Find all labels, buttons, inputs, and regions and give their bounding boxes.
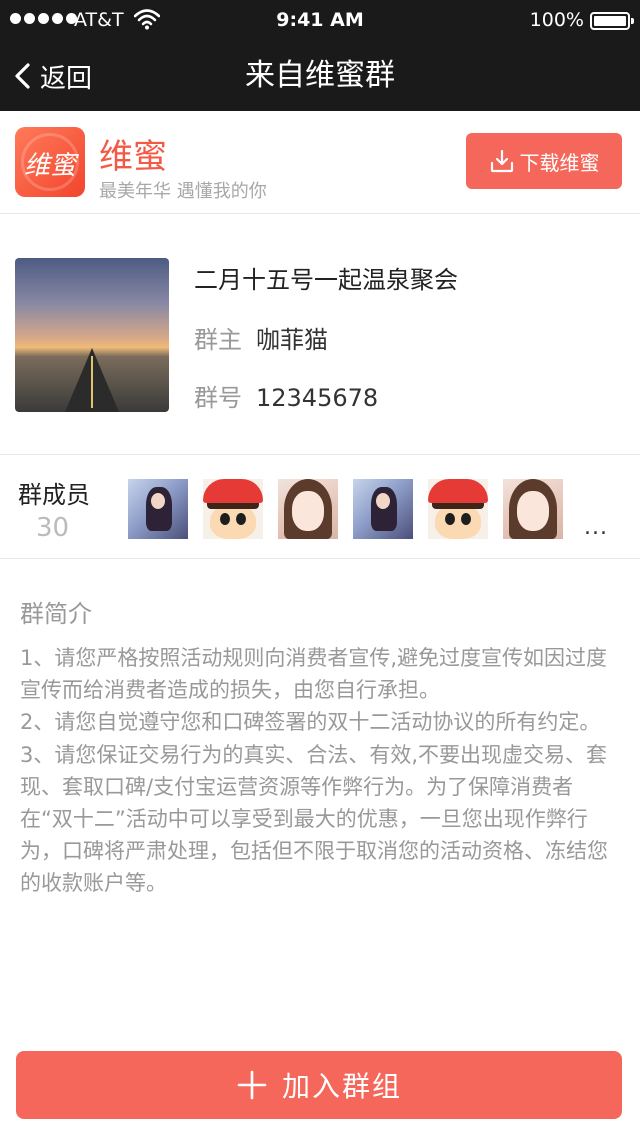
- download-app-button[interactable]: 下载维蜜: [466, 133, 622, 189]
- group-owner: 咖菲猫: [256, 326, 328, 354]
- group-number-row: 群号 12345678: [194, 378, 378, 413]
- more-members-icon[interactable]: ...: [584, 515, 608, 540]
- group-name: 二月十五号一起温泉聚会: [194, 266, 458, 294]
- app-slogan: 最美年华 遇懂我的你: [99, 181, 267, 202]
- member-avatar[interactable]: [503, 479, 563, 539]
- group-number: 12345678: [256, 384, 379, 412]
- plus-icon: [237, 1070, 267, 1100]
- battery-percentage: 100%: [529, 9, 584, 31]
- member-avatar[interactable]: [353, 479, 413, 539]
- app-banner: 维蜜 维蜜 最美年华 遇懂我的你 下载维蜜: [0, 111, 640, 214]
- app-logo-text: 维蜜: [23, 151, 76, 181]
- top-bar: AT&T 9:41 AM 100% 返回 来自维蜜群: [0, 0, 640, 111]
- intro-paragraph: 1、请您严格按照活动规则向消费者宣传,避免过度宣传如因过度宣传而给消费者造成的损…: [20, 646, 608, 703]
- join-group-label: 加入群组: [281, 1070, 402, 1103]
- member-avatar[interactable]: [203, 479, 263, 539]
- app-name: 维蜜: [99, 137, 167, 177]
- group-cover-image: [15, 258, 169, 412]
- download-icon: [490, 149, 513, 173]
- intro-title: 群简介: [20, 600, 92, 628]
- page-title: 来自维蜜群: [245, 58, 395, 93]
- status-bar: AT&T 9:41 AM 100%: [0, 0, 640, 40]
- group-info: 二月十五号一起温泉聚会 群主 咖菲猫 群号 12345678: [0, 214, 640, 455]
- intro-paragraph: 2、请您自觉遵守您和口碑签署的双十二活动协议的所有约定。: [20, 710, 601, 735]
- member-avatar[interactable]: [278, 479, 338, 539]
- members-title: 群成员: [18, 481, 90, 509]
- group-intro: 群简介 1、请您严格按照活动规则向消费者宣传,避免过度宣传如因过度宣传而给消费者…: [20, 594, 620, 900]
- intro-text: 1、请您严格按照活动规则向消费者宣传,避免过度宣传如因过度宣传而给消费者造成的损…: [20, 642, 622, 900]
- join-group-button[interactable]: 加入群组: [16, 1051, 622, 1119]
- group-number-label: 群号: [194, 384, 242, 412]
- group-owner-label: 群主: [194, 326, 242, 354]
- group-members[interactable]: 群成员 30: [0, 455, 640, 559]
- intro-paragraph: 3、请您保证交易行为的真实、合法、有效,不要出现虚交易、套现、套取口碑/支付宝运…: [20, 742, 608, 896]
- battery-icon: [590, 12, 634, 30]
- download-label: 下载维蜜: [519, 150, 600, 175]
- members-count: 30: [36, 513, 70, 543]
- group-owner-row: 群主 咖菲猫: [194, 320, 328, 355]
- member-avatar[interactable]: [128, 479, 188, 539]
- member-avatar[interactable]: [428, 479, 488, 539]
- app-logo: 维蜜: [15, 127, 85, 197]
